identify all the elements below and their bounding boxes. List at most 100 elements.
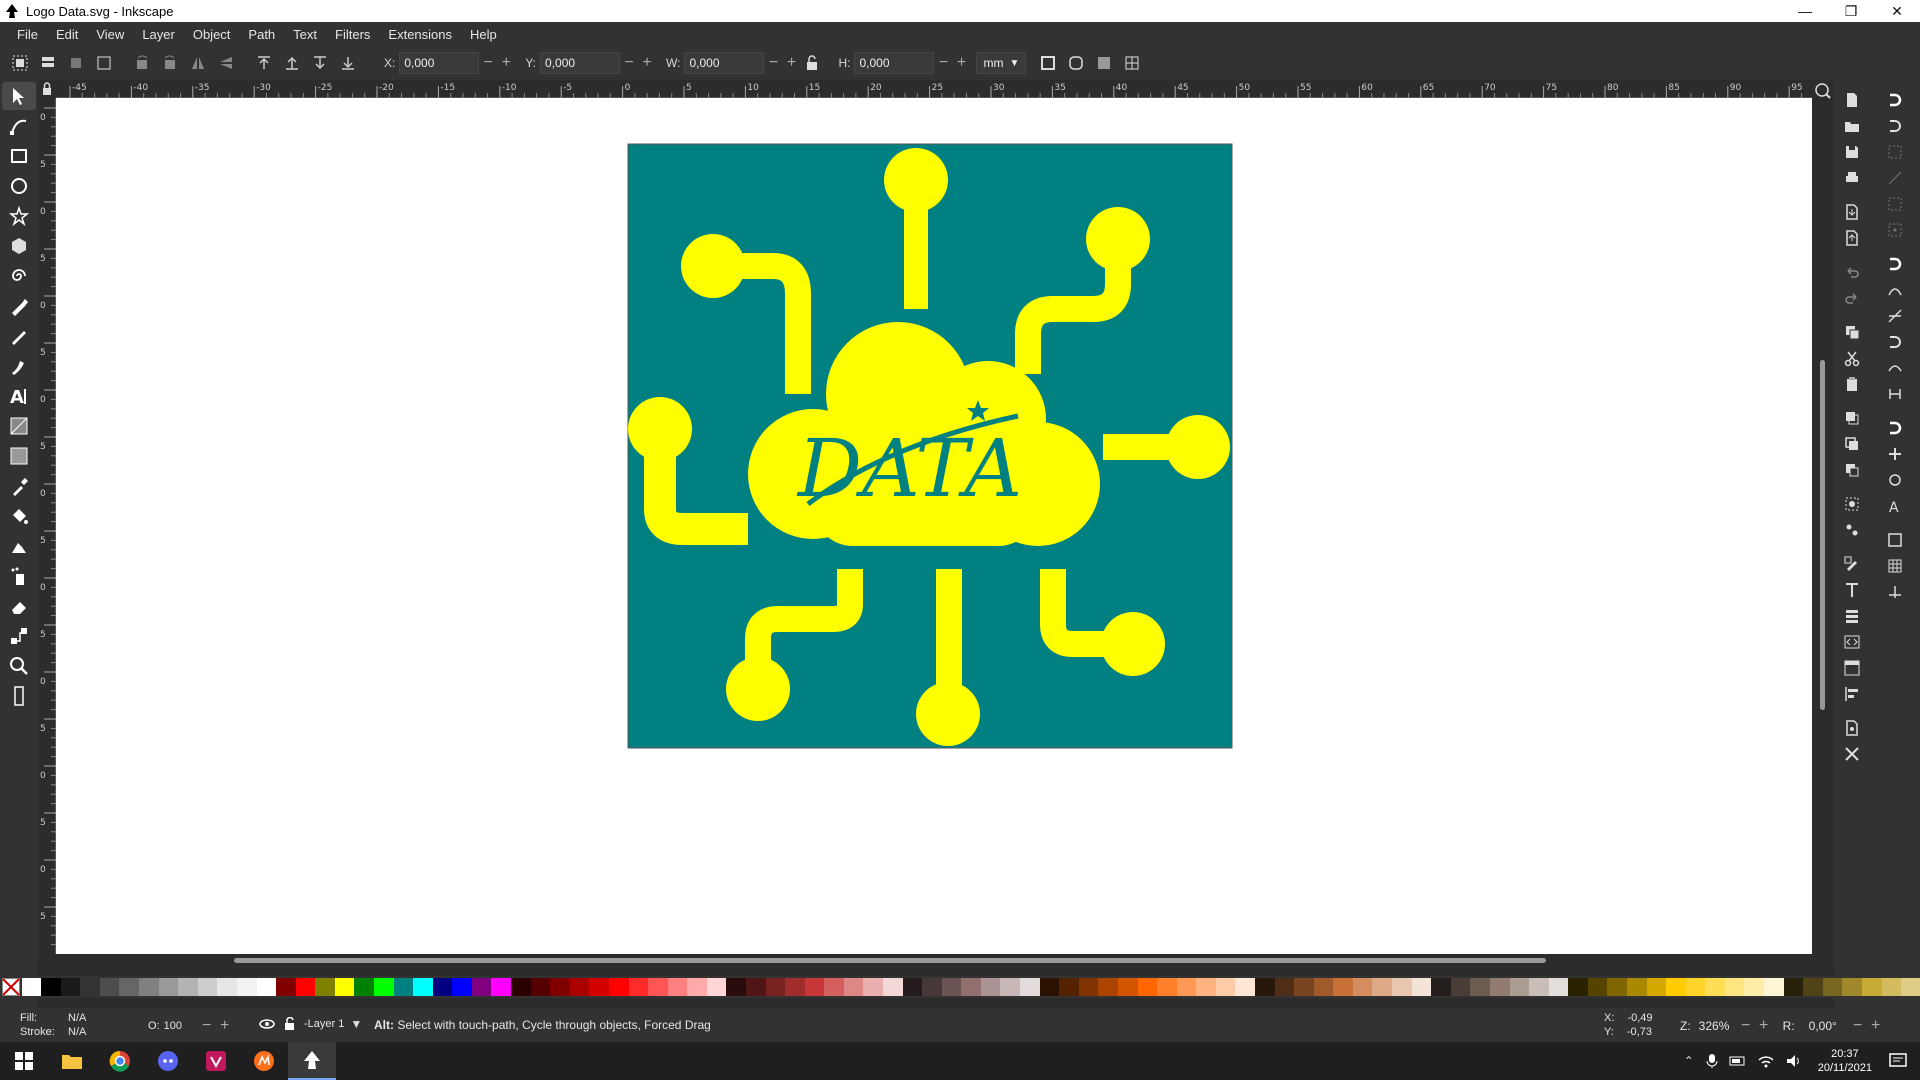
- wifi-icon[interactable]: [1757, 1054, 1775, 1068]
- palette-swatch[interactable]: [1724, 978, 1745, 996]
- copy-button[interactable]: [1838, 320, 1866, 344]
- x-field[interactable]: 0,000: [399, 52, 480, 74]
- maximize-button[interactable]: ❐: [1828, 0, 1874, 22]
- palette-swatch[interactable]: [178, 978, 198, 996]
- palette-swatch[interactable]: [471, 978, 492, 996]
- palette-swatch[interactable]: [628, 978, 649, 996]
- menu-object[interactable]: Object: [184, 27, 240, 42]
- taskbar-app-orange[interactable]: [240, 1042, 288, 1080]
- palette-swatch[interactable]: [1020, 978, 1040, 996]
- snap-grids-button[interactable]: [1881, 554, 1909, 578]
- snap-bbox-midpoints-button[interactable]: [1881, 192, 1909, 216]
- snap-bbox-button[interactable]: [1881, 114, 1909, 138]
- palette-swatch[interactable]: [1235, 978, 1255, 996]
- menu-layer[interactable]: Layer: [133, 27, 184, 42]
- start-button[interactable]: [0, 1042, 48, 1080]
- tweak-tool[interactable]: [2, 532, 36, 560]
- menu-path[interactable]: Path: [239, 27, 284, 42]
- palette-swatch[interactable]: [1196, 978, 1216, 996]
- palette-swatch[interactable]: [1352, 978, 1373, 996]
- taskbar-chrome[interactable]: [96, 1042, 144, 1080]
- palette-swatch[interactable]: [1450, 978, 1471, 996]
- palette-swatch[interactable]: [256, 978, 277, 996]
- palette-swatch[interactable]: [1059, 978, 1079, 996]
- lock-open-icon[interactable]: [282, 1017, 298, 1031]
- height-increment[interactable]: +: [952, 54, 970, 72]
- preferences-button[interactable]: [1838, 742, 1866, 766]
- width-decrement[interactable]: −: [764, 54, 782, 72]
- palette-swatch[interactable]: [21, 978, 42, 996]
- palette-swatch[interactable]: [687, 978, 707, 996]
- palette-swatch[interactable]: [80, 978, 100, 996]
- palette-swatch[interactable]: [1333, 978, 1353, 996]
- palette-swatch[interactable]: [804, 978, 825, 996]
- rotate-ccw-button[interactable]: [130, 51, 154, 75]
- palette-swatch[interactable]: [1626, 978, 1647, 996]
- palette-swatch[interactable]: [1176, 978, 1197, 996]
- deselect-button[interactable]: [92, 51, 116, 75]
- palette-swatch[interactable]: [1646, 978, 1667, 996]
- palette-swatch[interactable]: [1881, 978, 1902, 996]
- gradient-tool[interactable]: [2, 412, 36, 440]
- snap-text-baseline-button[interactable]: A: [1881, 494, 1909, 518]
- objects-button[interactable]: [1838, 656, 1866, 680]
- palette-swatch[interactable]: [1000, 978, 1021, 996]
- menu-view[interactable]: View: [87, 27, 133, 42]
- palette-swatch[interactable]: [883, 978, 903, 996]
- horizontal-scroll-thumb[interactable]: [234, 958, 1546, 963]
- selector-tool[interactable]: [2, 82, 36, 110]
- fill-stroke-button[interactable]: [1838, 552, 1866, 576]
- scale-stroke-button[interactable]: [1036, 51, 1060, 75]
- snap-intersections-button[interactable]: [1881, 304, 1909, 328]
- palette-swatch[interactable]: [1548, 978, 1569, 996]
- raise-button[interactable]: [280, 51, 304, 75]
- palette-swatch[interactable]: [1372, 978, 1393, 996]
- minimize-button[interactable]: —: [1782, 0, 1828, 22]
- palette-swatch[interactable]: [1685, 978, 1706, 996]
- menu-file[interactable]: File: [8, 27, 47, 42]
- ungroup-button[interactable]: [1838, 518, 1866, 542]
- palette-swatch[interactable]: [922, 978, 942, 996]
- palette-swatch[interactable]: [1157, 978, 1177, 996]
- palette-swatch[interactable]: [824, 978, 844, 996]
- 3d-box-tool[interactable]: [2, 232, 36, 260]
- rotate-increment[interactable]: +: [1867, 1017, 1885, 1035]
- star-tool[interactable]: [2, 202, 36, 230]
- palette-swatch[interactable]: [315, 978, 335, 996]
- connector-tool[interactable]: [2, 622, 36, 650]
- palette-swatch[interactable]: [569, 978, 590, 996]
- palette-swatch[interactable]: [941, 978, 962, 996]
- rotate-field[interactable]: 0,00°: [1809, 1019, 1849, 1033]
- duplicate-button[interactable]: [1838, 406, 1866, 430]
- zoom-fit-icon[interactable]: [1812, 80, 1834, 102]
- speaker-icon[interactable]: [1785, 1054, 1803, 1068]
- chevron-down-icon[interactable]: ▼: [350, 1017, 362, 1031]
- palette-swatch[interactable]: [726, 978, 746, 996]
- menu-text[interactable]: Text: [284, 27, 326, 42]
- rotate-decrement[interactable]: −: [1849, 1017, 1867, 1035]
- palette-swatch[interactable]: [1078, 978, 1099, 996]
- spiral-tool[interactable]: [2, 262, 36, 290]
- palette-swatch[interactable]: [1705, 978, 1725, 996]
- snap-cusp-nodes-button[interactable]: [1881, 330, 1909, 354]
- measure-tool[interactable]: [2, 682, 36, 710]
- vertical-scrollbar[interactable]: [1812, 80, 1834, 954]
- text-font-button[interactable]: [1838, 578, 1866, 602]
- align-distribute-button[interactable]: [1838, 682, 1866, 706]
- palette-swatch[interactable]: [1744, 978, 1765, 996]
- palette-swatch[interactable]: [1587, 978, 1608, 996]
- document-properties-button[interactable]: [1838, 716, 1866, 740]
- snap-guides-button[interactable]: [1881, 580, 1909, 604]
- text-tool[interactable]: A: [2, 382, 36, 410]
- flip-horizontal-button[interactable]: [186, 51, 210, 75]
- palette-swatch[interactable]: [41, 978, 61, 996]
- layers-button[interactable]: [1838, 604, 1866, 628]
- palette-swatch[interactable]: [393, 978, 414, 996]
- palette-swatch[interactable]: [1489, 978, 1510, 996]
- bezier-tool[interactable]: [2, 292, 36, 320]
- palette-swatch[interactable]: [765, 978, 786, 996]
- cut-button[interactable]: [1838, 346, 1866, 370]
- scale-gradient-button[interactable]: [1092, 51, 1116, 75]
- snap-nodes-button[interactable]: [1881, 252, 1909, 276]
- select-same-button[interactable]: [64, 51, 88, 75]
